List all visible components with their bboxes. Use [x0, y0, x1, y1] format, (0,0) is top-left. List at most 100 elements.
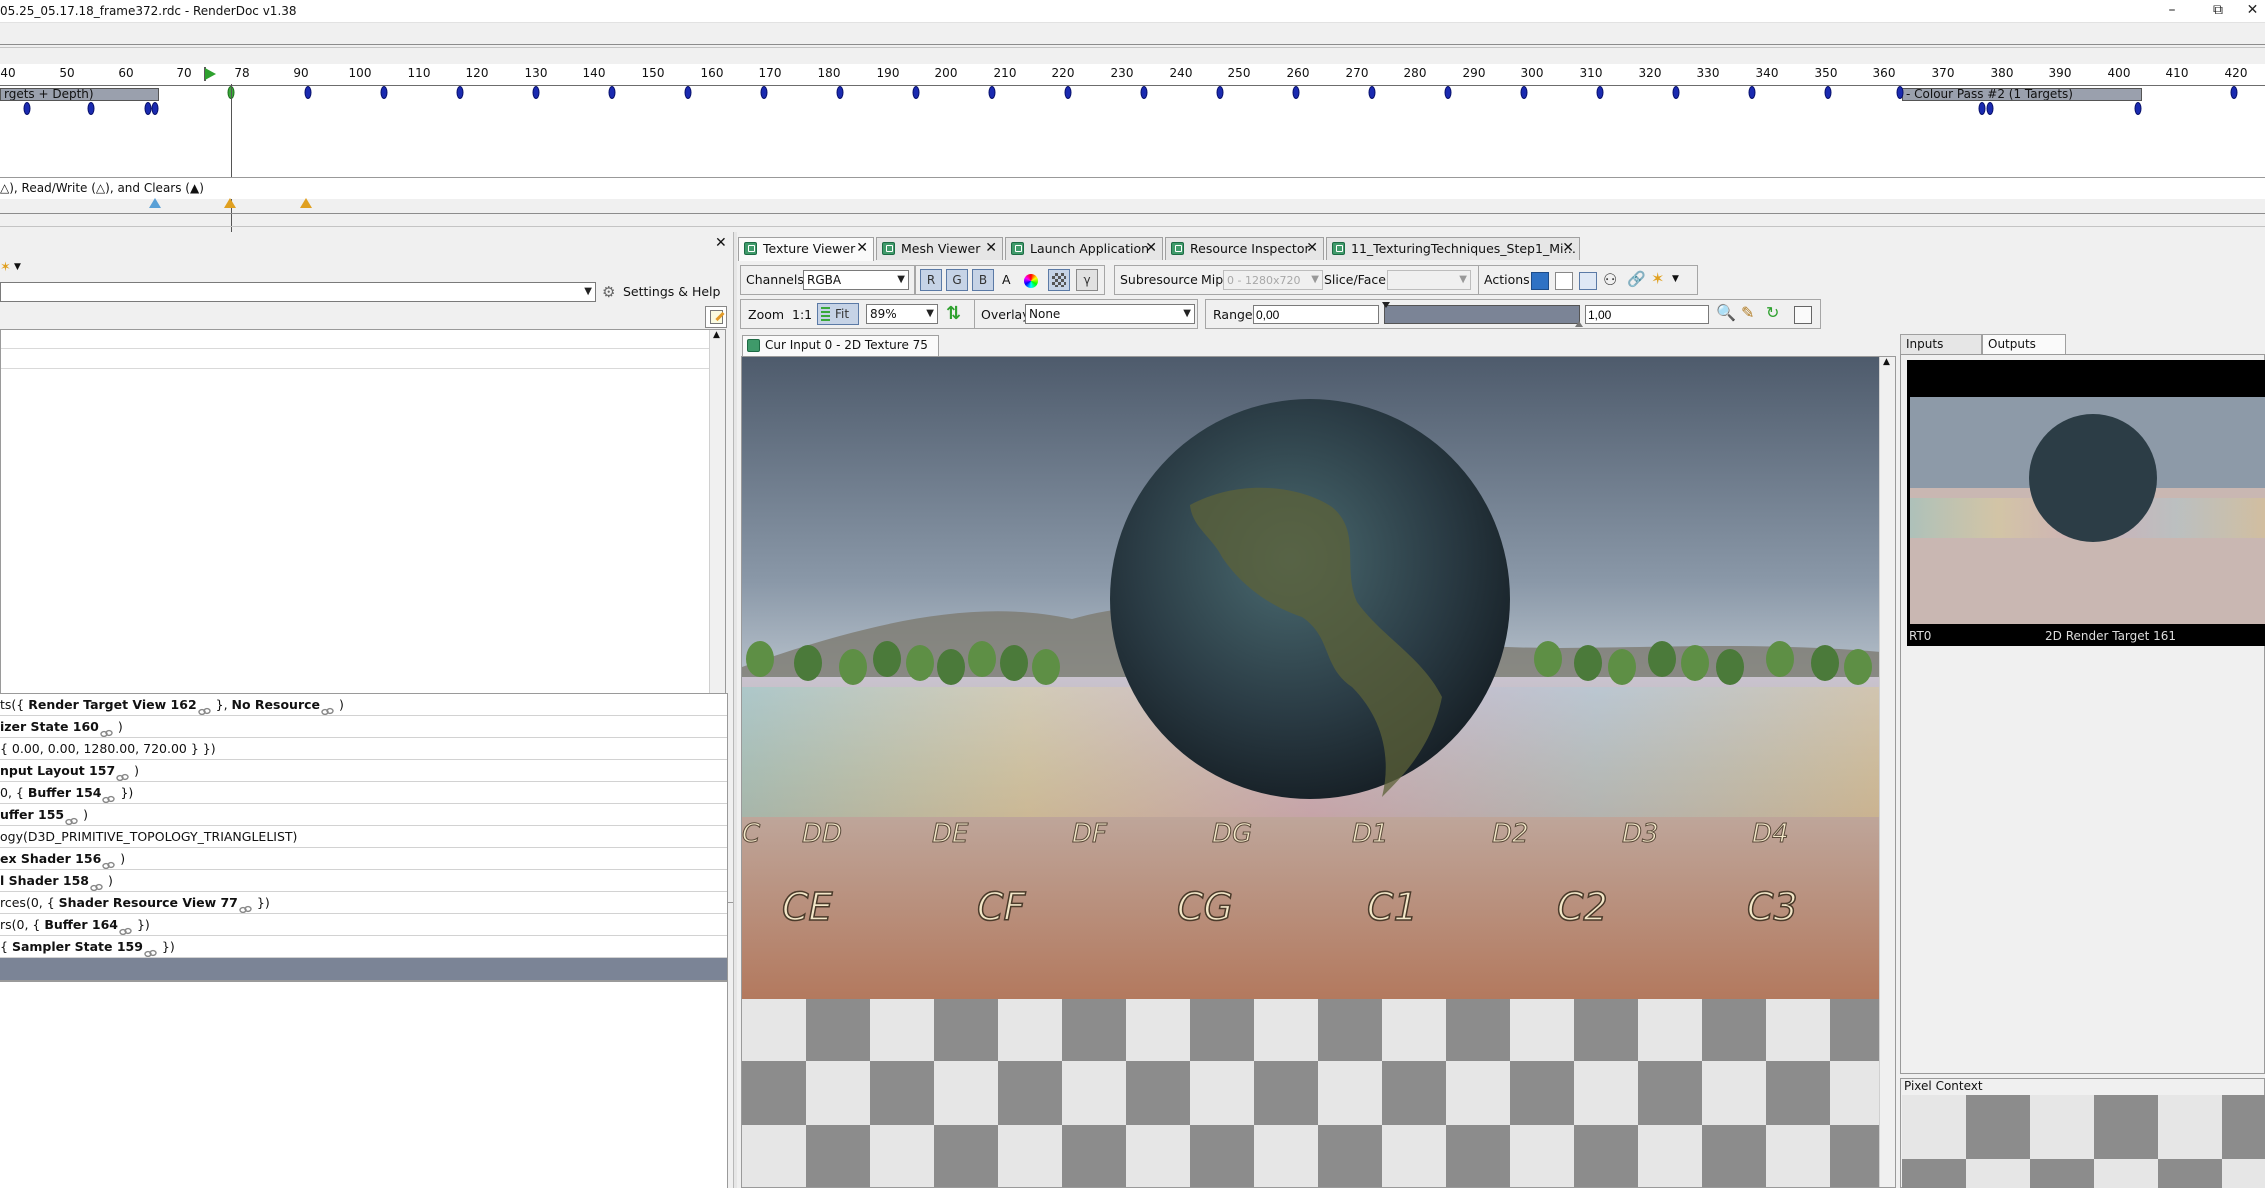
api-inspector-list[interactable]: [0, 981, 728, 1188]
draw-call-marker-icon[interactable]: [1292, 86, 1300, 99]
close-tab-icon[interactable]: ✕: [1306, 238, 1318, 259]
resource-link[interactable]: nput Layout 157: [0, 763, 115, 778]
tab-resource-inspector[interactable]: Resource Inspector ✕: [1165, 237, 1324, 260]
api-call-row[interactable]: ogy(D3D_PRIMITIVE_TOPOLOGY_TRIANGLELIST): [0, 826, 727, 848]
resource-link[interactable]: l Shader 158: [0, 873, 89, 888]
resource-link[interactable]: ex Shader 156: [0, 851, 101, 866]
draw-call-marker-icon[interactable]: [1368, 86, 1376, 99]
link-icon[interactable]: [116, 767, 129, 781]
api-call-row[interactable]: l Shader 158 ): [0, 870, 727, 892]
channels-select[interactable]: RGBA ▼: [803, 270, 909, 290]
close-tab-icon[interactable]: ✕: [856, 238, 868, 259]
draw-call-marker-icon[interactable]: [1824, 86, 1832, 99]
reset-range-icon[interactable]: ↻: [1766, 303, 1779, 322]
texture-viewport[interactable]: C DD DE DF DG D1 D2 D3 D4 CE CF CG C1 C2 C3 ▲: [741, 356, 1896, 1188]
close-tab-icon[interactable]: ✕: [985, 238, 997, 259]
link-icon[interactable]: [321, 701, 334, 715]
range-min-input[interactable]: [1253, 305, 1379, 324]
draw-call-marker-icon[interactable]: [1986, 102, 1994, 115]
draw-call-marker-icon[interactable]: [151, 102, 159, 115]
draw-call-marker-icon[interactable]: [912, 86, 920, 99]
draw-call-marker-icon[interactable]: [304, 86, 312, 99]
draw-call-marker-icon[interactable]: [1978, 102, 1986, 115]
binoculars-icon[interactable]: ⚇: [1603, 270, 1617, 289]
draw-call-marker-icon[interactable]: [684, 86, 692, 99]
draw-call-marker-icon[interactable]: [1748, 86, 1756, 99]
open-texture-icon[interactable]: [1579, 272, 1597, 290]
resource-link[interactable]: No Resource: [232, 697, 320, 712]
draw-call-marker-icon[interactable]: [380, 86, 388, 99]
settings-help-button[interactable]: Settings & Help: [623, 284, 720, 299]
draw-call-marker-icon[interactable]: [532, 86, 540, 99]
blue-channel-toggle[interactable]: B: [972, 269, 994, 291]
range-max-handle-icon[interactable]: [1575, 321, 1583, 327]
flip-arrows-icon[interactable]: ⇅: [946, 303, 961, 324]
api-call-row[interactable]: ts({ Render Target View 162 }, No Resour…: [0, 694, 727, 716]
draw-call-marker-icon[interactable]: [1672, 86, 1680, 99]
pixel-context-panel[interactable]: Pixel Context: [1900, 1078, 2265, 1188]
green-channel-toggle[interactable]: G: [946, 269, 968, 291]
pass-bar-depth[interactable]: rgets + Depth): [0, 88, 159, 101]
slice-face-select[interactable]: ▼: [1387, 270, 1471, 290]
close-event-browser-icon[interactable]: ✕: [715, 236, 727, 250]
api-call-row[interactable]: { Sampler State 159 }): [0, 936, 727, 958]
draw-call-marker-icon[interactable]: [1140, 86, 1148, 99]
histogram-icon[interactable]: [1794, 306, 1812, 324]
link-icon[interactable]: [197, 701, 211, 715]
checkerboard-toggle[interactable]: [1048, 269, 1070, 291]
api-call-row[interactable]: rces(0, { Shader Resource View 77 }): [0, 892, 727, 914]
link-icon[interactable]: [119, 921, 132, 935]
gamma-toggle[interactable]: γ: [1076, 269, 1098, 291]
api-call-row[interactable]: ex Shader 156 ): [0, 848, 727, 870]
fit-button[interactable]: Fit: [817, 303, 859, 325]
link-icon[interactable]: [144, 943, 157, 957]
tab-mesh-viewer[interactable]: Mesh Viewer ✕: [876, 237, 1003, 260]
close-tab-icon[interactable]: ✕: [1145, 238, 1157, 259]
api-call-list[interactable]: ts({ Render Target View 162 }, No Resour…: [0, 693, 728, 981]
texture-image[interactable]: C DD DE DF DG D1 D2 D3 D4 CE CF CG C1 C2 C3: [742, 357, 1881, 999]
viewport-scrollbar[interactable]: ▲: [1879, 357, 1895, 1187]
resource-link[interactable]: Sampler State 159: [12, 939, 143, 954]
chevron-down-icon[interactable]: ▼: [1672, 274, 1679, 284]
zoom-1-1-button[interactable]: 1:1: [792, 307, 812, 322]
draw-call-marker-icon[interactable]: [144, 102, 152, 115]
draw-call-marker-icon[interactable]: [988, 86, 996, 99]
link-icon[interactable]: [100, 723, 113, 737]
range-slider[interactable]: [1382, 302, 1583, 327]
resource-link[interactable]: izer State 160: [0, 719, 99, 734]
alpha-channel-toggle[interactable]: A: [1002, 272, 1011, 287]
draw-call-marker-icon[interactable]: [608, 86, 616, 99]
tab-launch-application[interactable]: Launch Application ✕: [1005, 237, 1163, 260]
draw-call-marker-icon[interactable]: [456, 86, 464, 99]
draw-call-marker-icon[interactable]: [2230, 86, 2238, 99]
api-call-row[interactable]: { 0.00, 0.00, 1280.00, 720.00 } }): [0, 738, 727, 760]
api-call-row[interactable]: uffer 155 ): [0, 804, 727, 826]
bookmark-star-icon[interactable]: ✶: [0, 260, 11, 275]
close-button[interactable]: ✕: [2240, 0, 2265, 22]
current-event-flag-icon[interactable]: [205, 68, 216, 80]
pass-bar-colour-pass-2[interactable]: - Colour Pass #2 (1 Targets): [1902, 88, 2142, 101]
read-usage-marker-icon[interactable]: [149, 198, 161, 208]
resource-link[interactable]: Buffer 154: [28, 785, 102, 800]
tab-inputs[interactable]: Inputs: [1900, 334, 1982, 355]
tab-outputs[interactable]: Outputs: [1982, 334, 2066, 355]
edit-note-icon[interactable]: [705, 306, 727, 328]
copy-icon[interactable]: [1555, 272, 1573, 290]
mip-select[interactable]: 0 - 1280x720 ▼: [1223, 270, 1323, 290]
minimize-button[interactable]: –: [2149, 0, 2195, 22]
resource-link[interactable]: uffer 155: [0, 807, 64, 822]
write-usage-marker-icon[interactable]: [224, 198, 236, 208]
resource-link[interactable]: Render Target View 162: [28, 697, 196, 712]
event-filter-combo[interactable]: ▼: [0, 282, 596, 302]
timeline-bar[interactable]: 40 50 60 70 78 90 100 110 120 130 140 150 160 170 180 1…: [0, 64, 2265, 241]
main-splitter[interactable]: [733, 232, 737, 1188]
maximize-button[interactable]: ⧉: [2195, 0, 2241, 22]
auto-fit-wand-icon[interactable]: ✎: [1741, 303, 1754, 322]
link-icon[interactable]: [102, 855, 115, 869]
write-usage-marker-icon[interactable]: [300, 198, 312, 208]
link-icon[interactable]: [239, 899, 252, 913]
red-channel-toggle[interactable]: R: [920, 269, 942, 291]
api-call-row[interactable]: 0, { Buffer 154 }): [0, 782, 727, 804]
resource-link[interactable]: Buffer 164: [44, 917, 118, 932]
resource-link[interactable]: Shader Resource View 77: [59, 895, 238, 910]
